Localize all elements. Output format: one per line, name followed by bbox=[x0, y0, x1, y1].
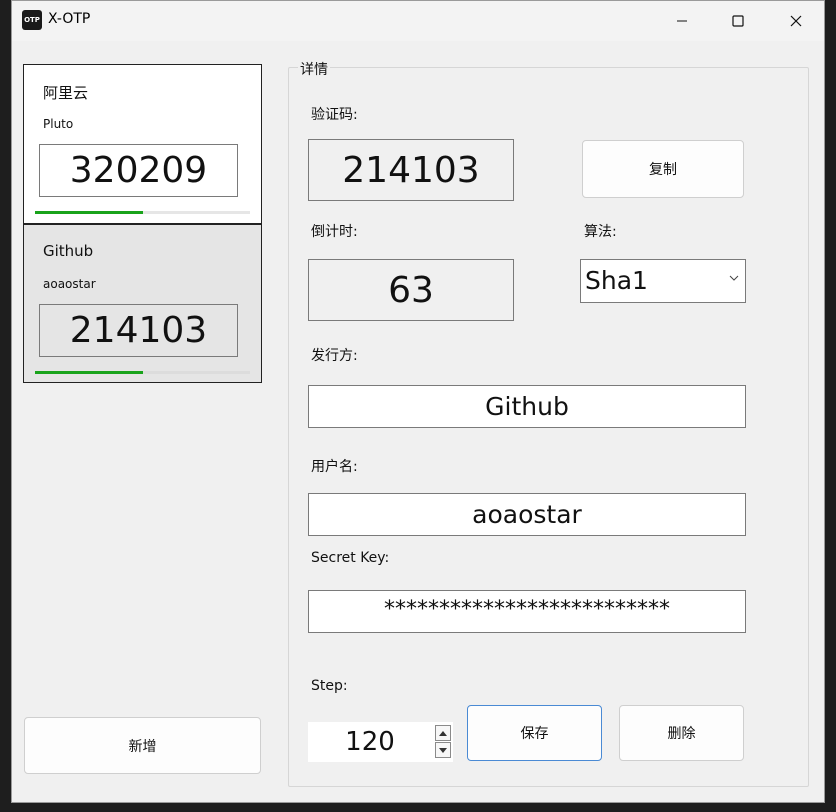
add-account-button[interactable]: 新增 bbox=[24, 717, 261, 774]
countdown-label: 倒计时: bbox=[311, 224, 358, 240]
close-icon bbox=[790, 15, 802, 27]
countdown-progress-fill bbox=[35, 371, 143, 374]
step-stepper[interactable]: 120 bbox=[308, 722, 453, 762]
window-title: X-OTP bbox=[48, 11, 91, 27]
chevron-up-icon bbox=[439, 730, 447, 736]
code-label: 验证码: bbox=[311, 107, 358, 123]
app-logo-icon: OTP bbox=[22, 10, 42, 30]
account-card-github[interactable]: Github aoaostar 214103 bbox=[23, 224, 262, 383]
step-value[interactable]: 120 bbox=[308, 722, 432, 762]
title-bar[interactable]: OTP X-OTP bbox=[12, 1, 824, 41]
username-input[interactable]: aoaostar bbox=[308, 493, 746, 536]
close-button[interactable] bbox=[768, 1, 824, 41]
maximize-button[interactable] bbox=[710, 1, 766, 41]
chevron-down-icon bbox=[729, 275, 739, 281]
account-code: 214103 bbox=[39, 304, 238, 357]
details-group-title: 详情 bbox=[298, 59, 330, 79]
countdown-progress-bar bbox=[35, 371, 250, 374]
copy-button[interactable]: 复制 bbox=[582, 140, 744, 198]
issuer-label: 发行方: bbox=[311, 348, 358, 364]
step-increment-button[interactable] bbox=[435, 725, 451, 741]
current-code-display: 214103 bbox=[308, 139, 514, 201]
chevron-down-icon bbox=[439, 747, 447, 753]
delete-button[interactable]: 删除 bbox=[619, 705, 744, 761]
secret-key-input[interactable]: ************************** bbox=[308, 590, 746, 633]
issuer-input[interactable]: Github bbox=[308, 385, 746, 428]
countdown-progress-bar bbox=[35, 211, 250, 214]
account-username: Pluto bbox=[43, 117, 74, 131]
username-label: 用户名: bbox=[311, 459, 358, 475]
countdown-progress-fill bbox=[35, 211, 143, 214]
algorithm-select[interactable]: Sha1 bbox=[580, 259, 746, 303]
countdown-display: 63 bbox=[308, 259, 514, 321]
maximize-icon bbox=[732, 15, 744, 27]
account-code: 320209 bbox=[39, 144, 238, 197]
minimize-icon bbox=[677, 20, 687, 22]
account-issuer: Github bbox=[43, 242, 94, 260]
app-window: OTP X-OTP 阿里云 Pluto 320209 Github aoaost… bbox=[11, 0, 825, 803]
algorithm-selected-value: Sha1 bbox=[585, 266, 648, 295]
secret-key-label: Secret Key: bbox=[311, 550, 390, 566]
account-username: aoaostar bbox=[43, 277, 96, 291]
step-label: Step: bbox=[311, 678, 348, 694]
save-button[interactable]: 保存 bbox=[467, 705, 602, 761]
step-decrement-button[interactable] bbox=[435, 742, 451, 758]
account-card-aliyun[interactable]: 阿里云 Pluto 320209 bbox=[23, 64, 262, 224]
minimize-button[interactable] bbox=[654, 1, 710, 41]
account-issuer: 阿里云 bbox=[43, 84, 89, 102]
algorithm-label: 算法: bbox=[584, 224, 617, 240]
